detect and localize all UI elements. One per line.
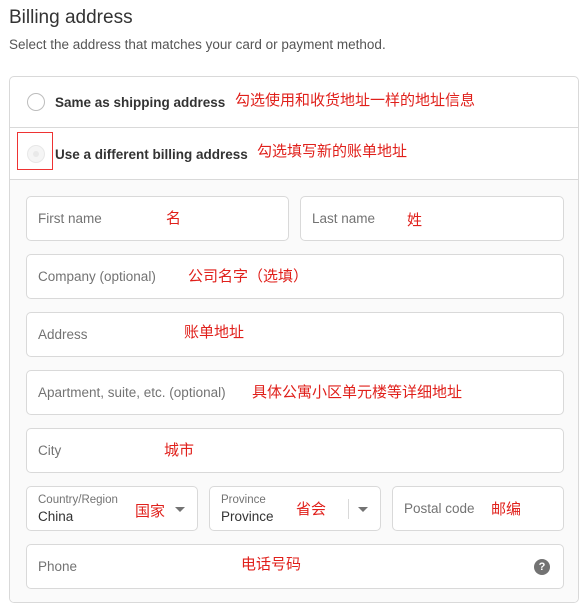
annotation-first-name: 名 bbox=[166, 209, 182, 227]
page-title: Billing address bbox=[9, 7, 133, 28]
different-billing-radio[interactable] bbox=[27, 145, 45, 163]
same-as-shipping-label: Same as shipping address bbox=[55, 95, 226, 110]
annotation-postal-code: 邮编 bbox=[491, 500, 522, 518]
apartment-placeholder: Apartment, suite, etc. (optional) bbox=[38, 385, 226, 400]
annotation-address: 账单地址 bbox=[184, 323, 245, 341]
province-value: Province bbox=[221, 509, 274, 524]
annotation-apartment: 具体公寓小区单元楼等详细地址 bbox=[252, 383, 463, 401]
different-billing-label: Use a different billing address bbox=[55, 147, 248, 162]
page-subtitle: Select the address that matches your car… bbox=[9, 37, 386, 52]
country-label: Country/Region bbox=[38, 494, 118, 506]
annotation-phone: 电话号码 bbox=[241, 555, 302, 573]
help-icon[interactable]: ? bbox=[534, 559, 550, 575]
annotation-country: 国家 bbox=[135, 502, 166, 520]
province-select[interactable]: Province Province 省会 bbox=[209, 486, 381, 531]
country-select[interactable]: Country/Region China 国家 bbox=[26, 486, 198, 531]
chevron-down-icon[interactable] bbox=[358, 507, 368, 512]
company-field[interactable]: Company (optional) 公司名字（选填） bbox=[26, 254, 564, 299]
annotation-last-name: 姓 bbox=[407, 211, 423, 229]
option-same-as-shipping[interactable]: Same as shipping address 勾选使用和收货地址一样的地址信… bbox=[10, 77, 578, 128]
last-name-placeholder: Last name bbox=[312, 211, 376, 226]
annotation-company: 公司名字（选填） bbox=[188, 267, 309, 285]
select-divider bbox=[348, 499, 349, 519]
option-different-billing[interactable]: Use a different billing address 勾选填写新的账单… bbox=[10, 128, 578, 180]
city-field[interactable]: City 城市 bbox=[26, 428, 564, 473]
postal-code-placeholder: Postal code bbox=[404, 501, 475, 516]
apartment-field[interactable]: Apartment, suite, etc. (optional) 具体公寓小区… bbox=[26, 370, 564, 415]
billing-form: First name 名 Last name 姓 Company (option… bbox=[10, 180, 578, 602]
annotation-city: 城市 bbox=[164, 441, 195, 459]
last-name-field[interactable]: Last name 姓 bbox=[300, 196, 564, 241]
city-placeholder: City bbox=[38, 443, 62, 458]
company-placeholder: Company (optional) bbox=[38, 269, 156, 284]
postal-code-field[interactable]: Postal code 邮编 bbox=[392, 486, 564, 531]
first-name-field[interactable]: First name 名 bbox=[26, 196, 289, 241]
same-as-shipping-radio[interactable] bbox=[27, 93, 45, 111]
address-field[interactable]: Address 账单地址 bbox=[26, 312, 564, 357]
chevron-down-icon[interactable] bbox=[175, 507, 185, 512]
annotation-different-billing: 勾选填写新的账单地址 bbox=[257, 142, 408, 160]
annotation-province: 省会 bbox=[296, 500, 327, 518]
phone-field[interactable]: Phone 电话号码 ? bbox=[26, 544, 564, 589]
annotation-same-as-shipping: 勾选使用和收货地址一样的地址信息 bbox=[235, 91, 476, 109]
phone-placeholder: Phone bbox=[38, 559, 78, 574]
province-label: Province bbox=[221, 494, 266, 506]
first-name-placeholder: First name bbox=[38, 211, 102, 226]
country-value: China bbox=[38, 509, 74, 524]
billing-address-card: Same as shipping address 勾选使用和收货地址一样的地址信… bbox=[9, 76, 579, 603]
address-placeholder: Address bbox=[38, 327, 88, 342]
